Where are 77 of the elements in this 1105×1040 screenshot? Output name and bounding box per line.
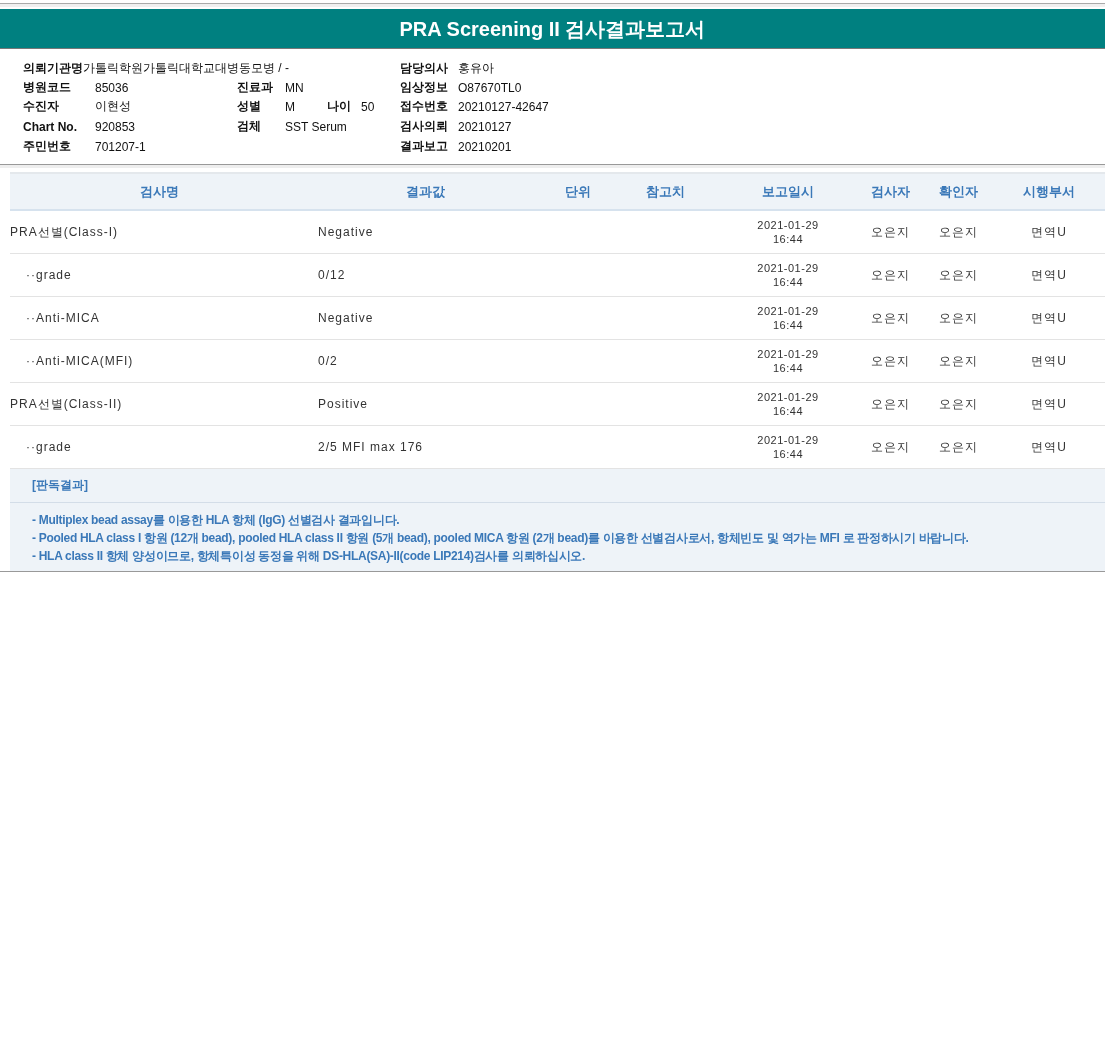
tester-name: 오은지	[871, 224, 910, 239]
column-header: 단위	[565, 183, 591, 199]
column-header: 검사자	[871, 183, 910, 199]
confirmer-name: 오은지	[938, 224, 978, 239]
field-value: O87670TL0	[458, 80, 522, 95]
field-label: 수진자	[23, 98, 60, 115]
test-name: ··Anti-MICA	[26, 311, 100, 325]
department: 면역U	[1031, 353, 1067, 368]
column-header: 검사명	[139, 183, 179, 199]
field-label: 의뢰기관명	[23, 60, 83, 77]
interpretation-heading: [판독결과]	[32, 478, 88, 492]
field-label: 주민번호	[23, 138, 72, 155]
field-label: 검체	[237, 118, 262, 135]
interpretation-line: - HLA class II 항체 양성이므로, 항체특이성 동정을 위해 DS-HLA(SA)-II(code LIP214)검사를 의뢰하십시오.	[32, 548, 586, 565]
test-name: ··grade	[26, 440, 72, 454]
field-label: 검사의뢰	[400, 118, 449, 135]
column-header: 참고치	[646, 183, 685, 199]
tester-name: 오은지	[871, 439, 910, 454]
confirmer-name: 오은지	[938, 267, 978, 282]
field-label: 임상정보	[400, 79, 449, 96]
test-name: ··Anti-MICA(MFI)	[26, 354, 134, 368]
result-value: 0/2	[318, 354, 338, 368]
column-header: 보고일시	[762, 183, 814, 199]
field-value: 50	[361, 99, 375, 114]
field-label: Chart No.	[23, 119, 78, 134]
field-value: M	[285, 99, 296, 114]
field-value: 20210127	[458, 119, 512, 134]
column-header: 시행부서	[1023, 183, 1075, 199]
test-name: PRA선별(Class-II)	[10, 396, 123, 411]
department: 면역U	[1031, 267, 1067, 282]
test-name: ··grade	[26, 268, 72, 282]
confirmer-name: 오은지	[938, 439, 978, 454]
field-value: 20210201	[458, 139, 512, 154]
confirmer-name: 오은지	[938, 310, 978, 325]
test-name: PRA선별(Class-I)	[10, 224, 118, 239]
tester-name: 오은지	[871, 267, 910, 282]
interpretation-line: - Multiplex bead assay를 이용한 HLA 항체 (IgG) 선별검사 결과입니다.	[32, 512, 400, 529]
field-value: 이현성	[95, 98, 131, 115]
report-datetime: 2021-01-29 16:44	[757, 262, 819, 288]
field-value: 920853	[95, 119, 136, 134]
field-value: 20210127-42647	[458, 99, 549, 114]
confirmer-name: 오은지	[938, 353, 978, 368]
field-label: 진료과	[237, 79, 274, 96]
department: 면역U	[1031, 310, 1067, 325]
report-datetime: 2021-01-29 16:44	[757, 391, 819, 417]
field-value: 홍유아	[458, 60, 494, 77]
field-label: 병원코드	[23, 79, 72, 96]
department: 면역U	[1031, 439, 1067, 454]
field-label: 담당의사	[400, 60, 449, 77]
report-datetime: 2021-01-29 16:44	[757, 434, 819, 460]
field-value: 가톨릭학원가톨릭대학교대병동모병 / -	[83, 60, 289, 77]
field-label: 성별	[237, 98, 262, 115]
department: 면역U	[1031, 224, 1067, 239]
field-value: SST Serum	[285, 119, 347, 134]
report-datetime: 2021-01-29 16:44	[757, 305, 819, 331]
result-value: Negative	[318, 225, 374, 239]
result-value: 2/5 MFI max 176	[318, 440, 424, 454]
tester-name: 오은지	[871, 353, 910, 368]
report-datetime: 2021-01-29 16:44	[757, 348, 819, 374]
field-value: MN	[285, 80, 305, 95]
interpretation-line: - Pooled HLA class I 항원 (12개 bead), pooled HLA class II 항원 (5개 bead), pooled MICA 항원 (2개 bead)를 이용한 선별검사로서, 항체빈도 및 역가는 MFI 로 판정하시기 바랍니다.	[32, 530, 969, 547]
tester-name: 오은지	[871, 396, 910, 411]
report-title: PRA Screening II 검사결과보고서	[0, 9, 1105, 49]
report-datetime: 2021-01-29 16:44	[757, 219, 819, 245]
tester-name: 오은지	[871, 310, 910, 325]
field-label: 결과보고	[400, 138, 449, 155]
result-value: Negative	[318, 311, 374, 325]
result-value: Positive	[318, 397, 369, 411]
column-header: 확인자	[938, 183, 978, 199]
confirmer-name: 오은지	[938, 396, 978, 411]
field-value: 85036	[95, 80, 129, 95]
department: 면역U	[1031, 396, 1067, 411]
field-label: 접수번호	[400, 98, 449, 115]
column-header: 결과값	[406, 183, 445, 199]
field-label: 나이	[327, 98, 351, 115]
result-value: 0/12	[318, 268, 346, 282]
field-value: 701207-1	[95, 139, 146, 154]
